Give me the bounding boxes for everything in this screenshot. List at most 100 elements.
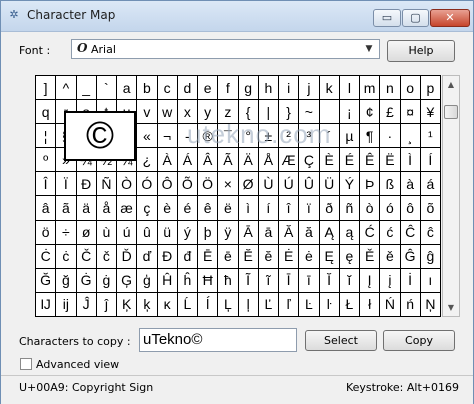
character-cell[interactable]: ã xyxy=(56,196,77,221)
character-cell[interactable]: g xyxy=(238,76,259,101)
character-cell[interactable]: Û xyxy=(299,172,320,197)
character-cell[interactable]: ĝ xyxy=(420,244,441,269)
character-cell[interactable]: Ã xyxy=(218,148,239,173)
character-cell[interactable]: ĕ xyxy=(258,244,279,269)
character-cell[interactable]: ô xyxy=(400,196,421,221)
character-cell[interactable]: ğ xyxy=(56,268,77,293)
character-cell[interactable]: Ë xyxy=(380,148,401,173)
character-cell[interactable]: ÿ xyxy=(218,220,239,245)
character-cell[interactable]: ð xyxy=(319,196,340,221)
character-cell[interactable]: n xyxy=(380,76,401,101)
character-cell[interactable]: ë xyxy=(218,196,239,221)
character-cell[interactable]: º xyxy=(36,148,57,173)
character-cell[interactable]: Ĕ xyxy=(238,244,259,269)
character-cell[interactable]: z xyxy=(218,100,239,125)
character-cell[interactable]: ē xyxy=(218,244,239,269)
character-cell[interactable]: h xyxy=(258,76,279,101)
character-cell[interactable]: ` xyxy=(96,76,117,101)
character-cell[interactable]: ŀ xyxy=(319,292,340,317)
character-cell[interactable]: f xyxy=(218,76,239,101)
character-cell[interactable]: v xyxy=(137,100,158,125)
character-cell[interactable]: Đ xyxy=(157,244,178,269)
character-cell[interactable]: ñ xyxy=(339,196,360,221)
character-cell[interactable]: ² xyxy=(279,124,300,149)
character-cell[interactable]: p xyxy=(420,76,441,101)
character-cell[interactable]: ĵ xyxy=(96,292,117,317)
character-cell[interactable]: Ņ xyxy=(420,292,441,317)
character-cell[interactable]: ł xyxy=(360,292,381,317)
character-cell[interactable]: ¸ xyxy=(400,124,421,149)
character-cell[interactable]: µ xyxy=(339,124,360,149)
character-cell[interactable]: Í xyxy=(420,148,441,173)
character-cell[interactable]: ă xyxy=(299,220,320,245)
character-cell[interactable]: Ā xyxy=(238,220,259,245)
character-cell[interactable]: a xyxy=(117,76,138,101)
character-cell[interactable]: Ó xyxy=(137,172,158,197)
character-cell[interactable]: ¬ xyxy=(157,124,178,149)
character-cell[interactable]: ³ xyxy=(299,124,320,149)
character-cell[interactable]: Ñ xyxy=(96,172,117,197)
character-cell[interactable]: İ xyxy=(400,268,421,293)
character-cell[interactable]: Ò xyxy=(117,172,138,197)
character-cell[interactable]: Į xyxy=(360,268,381,293)
character-cell[interactable]: ÷ xyxy=(56,220,77,245)
character-cell[interactable]: Ġ xyxy=(76,268,97,293)
help-button[interactable]: Help xyxy=(387,40,455,62)
character-cell[interactable]: e xyxy=(198,76,219,101)
character-cell[interactable]: ľ xyxy=(279,292,300,317)
character-cell[interactable]: ° xyxy=(238,124,259,149)
character-cell[interactable]: Ý xyxy=(339,172,360,197)
character-cell[interactable]: ê xyxy=(198,196,219,221)
character-cell[interactable]: b xyxy=(137,76,158,101)
character-cell[interactable]: « xyxy=(137,124,158,149)
character-cell[interactable]: Æ xyxy=(279,148,300,173)
character-cell[interactable]: ĭ xyxy=(339,268,360,293)
character-cell[interactable]: w xyxy=(157,100,178,125)
character-cell[interactable]: Ę xyxy=(319,244,340,269)
character-cell[interactable]: ī xyxy=(299,268,320,293)
character-cell[interactable]: y xyxy=(198,100,219,125)
character-cell[interactable]: Ħ xyxy=(198,268,219,293)
character-cell[interactable]: l xyxy=(339,76,360,101)
character-cell[interactable]: û xyxy=(137,220,158,245)
character-cell[interactable]: Ĝ xyxy=(400,244,421,269)
character-cell[interactable]: Ù xyxy=(258,172,279,197)
character-cell[interactable]: ¤ xyxy=(400,100,421,125)
character-cell[interactable]: k xyxy=(319,76,340,101)
character-cell[interactable]: í xyxy=(258,196,279,221)
character-cell[interactable]: ģ xyxy=(137,268,158,293)
advanced-view-label[interactable]: Advanced view xyxy=(36,358,119,371)
character-cell[interactable]: ĺ xyxy=(198,292,219,317)
character-cell[interactable]: ĥ xyxy=(177,268,198,293)
character-cell[interactable]: ķ xyxy=(137,292,158,317)
character-cell[interactable]: Â xyxy=(198,148,219,173)
character-cell[interactable]: d xyxy=(177,76,198,101)
character-cell[interactable]: i xyxy=(279,76,300,101)
character-cell[interactable]: ü xyxy=(157,220,178,245)
character-cell[interactable]: ¥ xyxy=(420,100,441,125)
character-cell[interactable]: ± xyxy=(258,124,279,149)
character-cell[interactable]: ö xyxy=(36,220,57,245)
character-cell[interactable]: ĉ xyxy=(420,220,441,245)
character-cell[interactable]: · xyxy=(380,124,401,149)
character-cell[interactable]: Ľ xyxy=(258,292,279,317)
character-cell[interactable]: { xyxy=(238,100,259,125)
character-cell[interactable]: É xyxy=(339,148,360,173)
character-cell[interactable]: į xyxy=(380,268,401,293)
character-cell[interactable]: Ă xyxy=(279,220,300,245)
character-cell[interactable]: q xyxy=(36,100,57,125)
character-cell[interactable]: x xyxy=(177,100,198,125)
advanced-view-checkbox[interactable] xyxy=(20,358,32,370)
character-cell[interactable]: Č xyxy=(76,244,97,269)
character-cell[interactable]: č xyxy=(96,244,117,269)
character-cell[interactable]: Ą xyxy=(319,220,340,245)
character-cell[interactable]: đ xyxy=(177,244,198,269)
character-cell[interactable]: ~ xyxy=(299,100,320,125)
character-cell[interactable]: ċ xyxy=(56,244,77,269)
maximize-button[interactable]: ▢ xyxy=(402,9,429,27)
character-cell[interactable]: Ö xyxy=(198,172,219,197)
character-cell[interactable]: Ç xyxy=(299,148,320,173)
character-cell[interactable]: Ć xyxy=(360,220,381,245)
character-cell[interactable]: ] xyxy=(36,76,57,101)
font-dropdown[interactable]: O Arial ▼ xyxy=(71,39,380,59)
